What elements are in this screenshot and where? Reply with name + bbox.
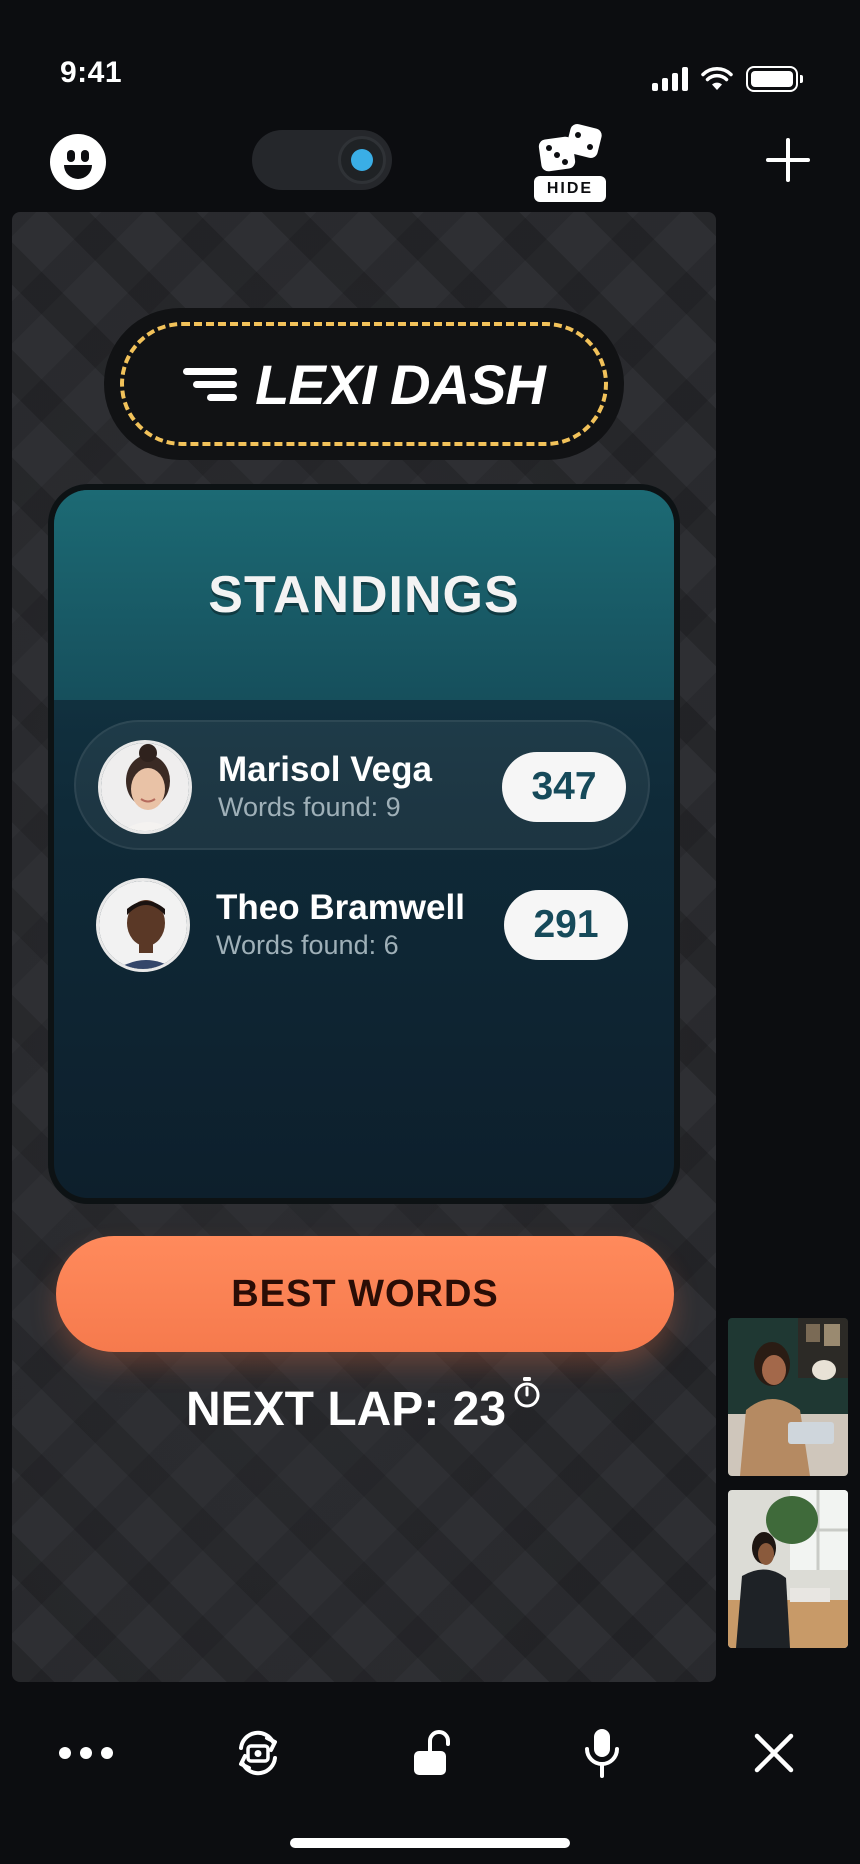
avatar xyxy=(96,878,190,972)
speed-lines-icon xyxy=(183,364,238,404)
video-thumbnail[interactable] xyxy=(728,1490,848,1648)
player-name: Theo Bramwell xyxy=(216,888,465,927)
cellular-signal-icon xyxy=(652,67,688,91)
best-words-button[interactable]: BEST WORDS xyxy=(56,1236,674,1352)
toggle-knob xyxy=(338,136,386,184)
flip-camera-button[interactable] xyxy=(223,1718,293,1788)
unlock-icon xyxy=(414,1730,450,1775)
avatar xyxy=(98,740,192,834)
next-lap-label: NEXT LAP: 23 xyxy=(185,1383,507,1436)
toggle-switch[interactable] xyxy=(252,130,392,190)
plus-icon[interactable] xyxy=(764,136,812,184)
unlock-button[interactable] xyxy=(395,1718,465,1788)
stopwatch-icon xyxy=(514,1377,540,1408)
standings-title: STANDINGS xyxy=(208,566,520,624)
game-panel: LEXI DASH STANDINGS Marisol Vega Words f… xyxy=(12,212,716,1682)
player-name: Marisol Vega xyxy=(218,750,432,789)
standings-header: STANDINGS xyxy=(54,490,674,700)
top-controls: HIDE xyxy=(0,120,860,220)
video-thumbnail[interactable] xyxy=(728,1318,848,1476)
close-icon xyxy=(754,1733,794,1773)
camera-flip-icon xyxy=(239,1730,277,1776)
more-button[interactable] xyxy=(51,1718,121,1788)
microphone-icon xyxy=(585,1729,619,1778)
game-logo: LEXI DASH xyxy=(104,308,624,460)
next-lap-timer: NEXT LAP: 23 xyxy=(12,1377,716,1437)
more-icon xyxy=(59,1747,113,1759)
hide-label: HIDE xyxy=(534,176,606,202)
close-button[interactable] xyxy=(739,1718,809,1788)
words-found: Words found: 9 xyxy=(218,792,401,822)
words-found: Words found: 6 xyxy=(216,930,399,960)
standings-card: STANDINGS Marisol Vega Words found: 9 34… xyxy=(48,484,680,1204)
player-row: Theo Bramwell Words found: 6 291 xyxy=(74,860,650,990)
score-badge: 347 xyxy=(502,752,626,822)
wifi-icon xyxy=(701,67,733,90)
battery-icon xyxy=(746,66,803,92)
status-time: 9:41 xyxy=(60,56,123,89)
home-indicator xyxy=(290,1838,570,1848)
player-row: Marisol Vega Words found: 9 347 xyxy=(74,720,650,850)
dice-icon xyxy=(538,124,602,172)
status-icons xyxy=(652,66,803,92)
logo-text: LEXI DASH xyxy=(255,352,546,416)
microphone-button[interactable] xyxy=(567,1718,637,1788)
emoji-icon[interactable] xyxy=(50,134,106,190)
score-badge: 291 xyxy=(504,890,628,960)
call-controls xyxy=(0,1718,860,1788)
hide-dice-button[interactable]: HIDE xyxy=(532,120,608,204)
